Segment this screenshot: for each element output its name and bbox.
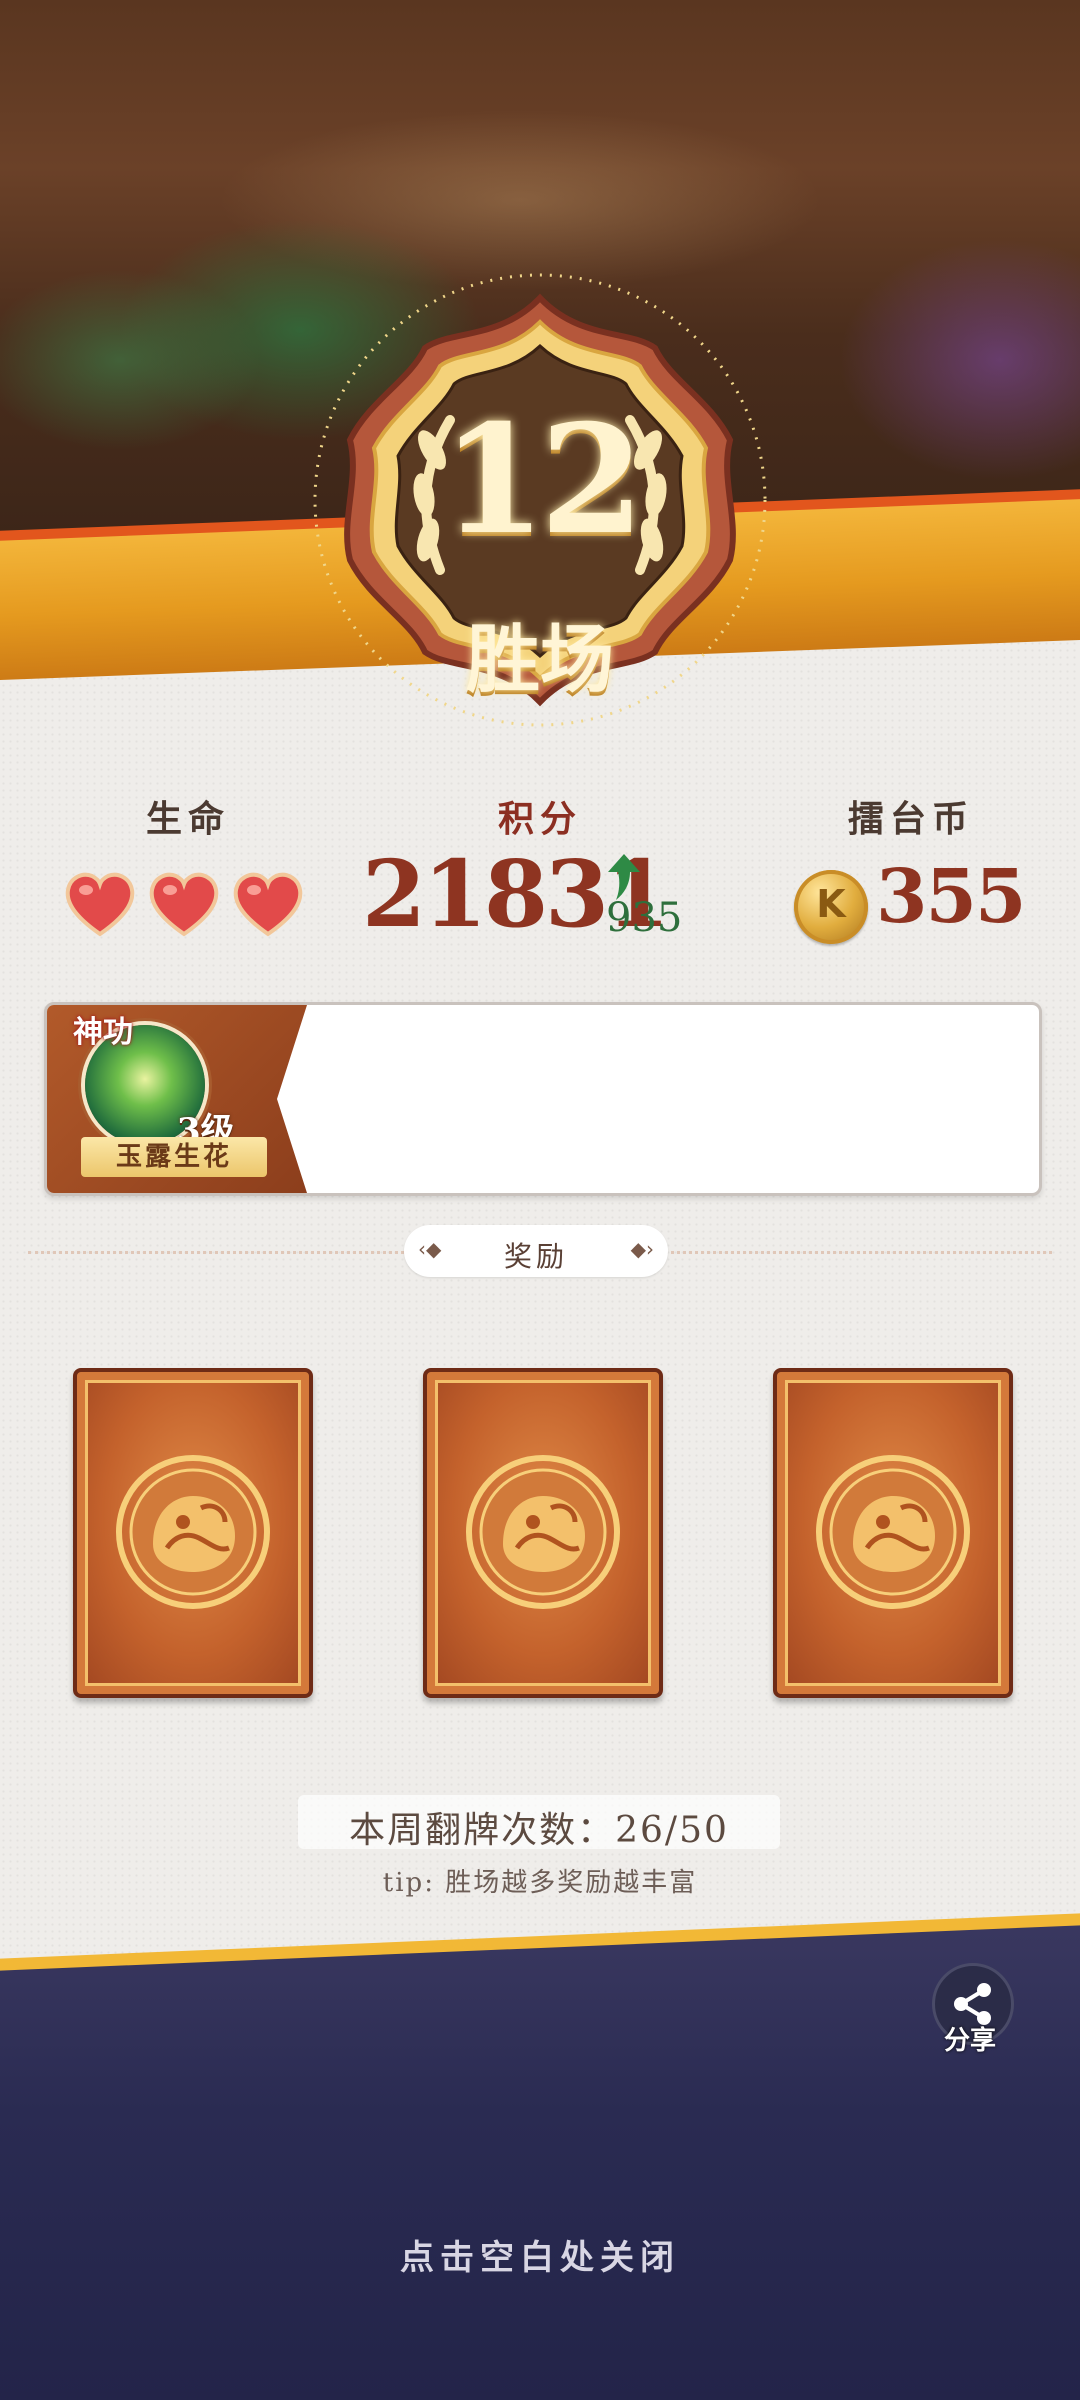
coin-value: 355 <box>876 854 1026 940</box>
lives-hearts <box>64 872 314 942</box>
heart-icon <box>233 872 303 937</box>
share-label[interactable]: 分享 <box>934 2020 1006 2057</box>
blurred-bottom-background[interactable] <box>0 1920 1080 2400</box>
wins-label: 胜场 <box>466 617 614 703</box>
beast-emblem-icon <box>466 1455 620 1609</box>
life-label: 生命 <box>146 798 231 840</box>
reward-card-1[interactable] <box>73 1368 313 1698</box>
reward-header: ‹◆ 奖励 ◆› <box>404 1225 668 1277</box>
points-label: 积分 <box>498 798 583 840</box>
points-delta: 935 <box>606 895 683 941</box>
wins-badge: 12 胜场 <box>310 270 770 730</box>
close-hint[interactable]: 点击空白处关闭 <box>0 2230 1080 2279</box>
tip-text: tip: 胜场越多奖励越丰富 <box>382 1868 698 1898</box>
coin-icon: K <box>794 870 868 944</box>
reward-label: 奖励 <box>503 1240 568 1273</box>
skill-panel: 神功 3级 玉露生花 <box>47 1005 307 1193</box>
heart-icon <box>65 872 135 937</box>
reward-card-2[interactable] <box>423 1368 663 1698</box>
skill-bar: 神功 3级 玉露生花 <box>44 1002 1042 1196</box>
coin-symbol: K <box>816 882 846 926</box>
beast-emblem-icon <box>816 1455 970 1609</box>
wins-count: 12 <box>441 392 645 568</box>
flip-count: 本周翻牌次数：26/50 <box>349 1810 729 1851</box>
chevron-right-icon: ◆› <box>630 1237 654 1261</box>
heart-icon <box>149 872 219 937</box>
flip-count-box: 本周翻牌次数：26/50 <box>298 1795 780 1851</box>
skill-tag: 神功 <box>73 1015 133 1050</box>
beast-emblem-icon <box>116 1455 270 1609</box>
skill-name: 玉露生花 <box>81 1137 267 1177</box>
coin-label: 擂台币 <box>848 798 975 840</box>
reward-card-3[interactable] <box>773 1368 1013 1698</box>
